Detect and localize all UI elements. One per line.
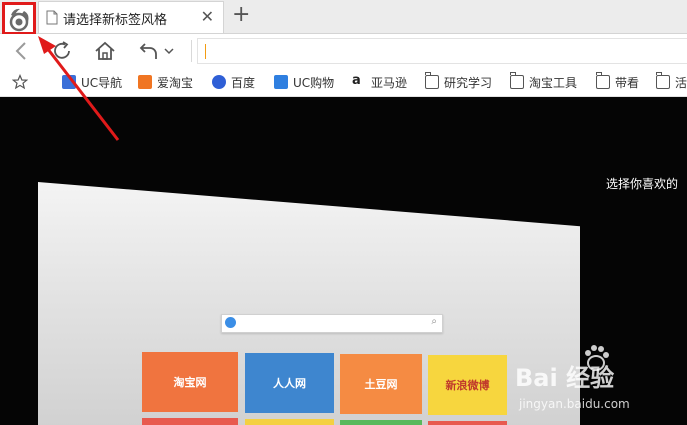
preview-tile-tudou: 土豆网 xyxy=(340,354,422,414)
preview-search-box: ⌕ xyxy=(221,314,443,333)
bookmark-baidu[interactable]: 百度 xyxy=(212,73,255,91)
bookmark-label: 研究学习 xyxy=(444,75,493,90)
address-bar[interactable] xyxy=(197,38,687,64)
folder-icon xyxy=(596,72,610,89)
preview-tile-taobao: 淘宝网 xyxy=(142,352,238,412)
tile-label: 新浪微博 xyxy=(445,379,490,392)
bookmark-label: UC购物 xyxy=(293,75,335,90)
taobao-icon xyxy=(138,75,152,89)
tab-bar: 请选择新标签风格 ✕ + xyxy=(0,0,687,35)
amazon-icon: a xyxy=(352,74,366,89)
uc-shop-icon xyxy=(274,75,288,89)
bookmark-folder-taobao-tools[interactable]: 淘宝工具 xyxy=(510,72,578,91)
folder-icon xyxy=(425,72,439,89)
new-tab-style-page: ⌕ 淘宝网 人人网 土豆网 新浪微博 选择你喜欢的 Bai 经验 jingyan… xyxy=(0,97,687,425)
bookmarks-bar: UC导航 爱淘宝 百度 UC购物 a 亚马逊 研究学习 淘宝工具 带看 活 xyxy=(0,68,687,97)
bookmark-label: 爱淘宝 xyxy=(157,75,194,90)
home-icon[interactable] xyxy=(93,39,117,63)
tile-label: 人人网 xyxy=(273,377,306,390)
nav-toolbar xyxy=(0,34,687,68)
preview-tile-row2 xyxy=(245,419,334,425)
bookmark-label: 亚马逊 xyxy=(371,75,408,90)
watermark-brand: Bai 经验 xyxy=(515,364,615,392)
tab-close-icon[interactable]: ✕ xyxy=(201,9,214,25)
bookmark-uc-nav[interactable]: UC导航 xyxy=(62,73,122,91)
search-icon: ⌕ xyxy=(431,316,437,327)
bookmark-label: 活 xyxy=(675,75,687,90)
chevron-down-icon[interactable] xyxy=(162,39,176,63)
refresh-icon[interactable] xyxy=(50,39,74,63)
back-arrow-icon[interactable] xyxy=(10,39,34,63)
document-icon xyxy=(46,10,58,25)
folder-icon xyxy=(656,72,670,89)
bookmark-folder-huo[interactable]: 活 xyxy=(656,72,687,91)
bookmark-label: 淘宝工具 xyxy=(529,75,578,90)
uc-nav-icon xyxy=(62,75,76,89)
bookmark-uc-shop[interactable]: UC购物 xyxy=(274,73,334,91)
text-cursor xyxy=(205,44,206,59)
bookmark-folder-daikan[interactable]: 带看 xyxy=(596,72,640,91)
tile-label: 淘宝网 xyxy=(173,376,207,389)
style-preview-card[interactable]: ⌕ 淘宝网 人人网 土豆网 新浪微博 xyxy=(38,182,580,425)
bookmark-ai-taobao[interactable]: 爱淘宝 xyxy=(138,73,193,91)
folder-icon xyxy=(510,72,524,89)
baidu-paw-icon xyxy=(212,75,226,89)
style-caption: 选择你喜欢的 xyxy=(606,177,679,191)
watermark-url: jingyan.baidu.com xyxy=(519,397,630,411)
tile-label: 土豆网 xyxy=(364,378,398,391)
preview-tile-row2 xyxy=(428,421,507,425)
baidu-jingyan-watermark: Bai 经验 jingyan.baidu.com xyxy=(515,345,687,422)
tab-active[interactable]: 请选择新标签风格 ✕ xyxy=(38,1,224,33)
undo-icon[interactable] xyxy=(137,39,161,63)
star-icon[interactable] xyxy=(12,74,28,90)
new-tab-button[interactable]: + xyxy=(232,4,250,26)
bookmark-label: 带看 xyxy=(615,75,640,90)
bookmark-folder-research[interactable]: 研究学习 xyxy=(425,72,493,91)
bookmark-label: UC导航 xyxy=(81,75,123,90)
bookmark-amazon[interactable]: a 亚马逊 xyxy=(352,73,407,91)
preview-tile-row2 xyxy=(340,420,422,425)
tab-title: 请选择新标签风格 xyxy=(63,13,168,28)
squirrel-logo-icon xyxy=(9,8,29,31)
preview-tile-weibo: 新浪微博 xyxy=(428,355,507,415)
search-engine-icon xyxy=(225,317,236,328)
bookmark-label: 百度 xyxy=(231,75,256,90)
preview-tile-row2 xyxy=(142,418,238,425)
toolbar-divider xyxy=(191,40,192,62)
preview-tile-renren: 人人网 xyxy=(245,353,334,413)
uc-logo-icon[interactable] xyxy=(2,2,36,35)
